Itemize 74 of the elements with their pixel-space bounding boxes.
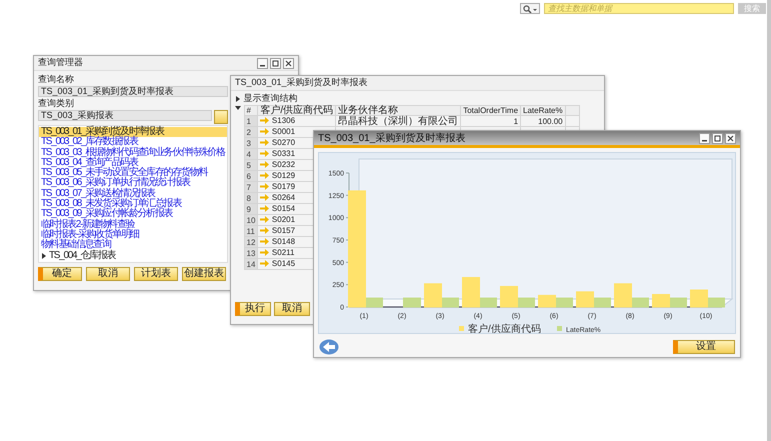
table-cell: S0001 xyxy=(272,127,296,136)
row-number: 10 xyxy=(244,214,258,226)
bar xyxy=(652,294,670,308)
query-item[interactable]: TS_003_03_根据物料代码查询业务伙伴特殊价格 xyxy=(39,148,227,158)
search-type-button[interactable] xyxy=(520,3,540,14)
legend-swatch xyxy=(459,326,464,331)
query-item[interactable]: TS_003_09_采购应付帐龄分析报表 xyxy=(39,209,227,220)
expand-icon[interactable] xyxy=(235,96,241,102)
row-number: 8 xyxy=(244,192,258,204)
row-number: 5 xyxy=(244,160,258,171)
window-title: 查询管理器 xyxy=(38,56,83,70)
window-title: TS_003_01_采购到货及时率报表 xyxy=(318,132,466,146)
table-cell: S0129 xyxy=(272,171,296,180)
query-item[interactable]: TS_003_06_采购订单执行情况统计报表 xyxy=(39,178,227,189)
query-item[interactable]: 临时报表2-新建物料查验 xyxy=(39,220,227,230)
row-number: 11 xyxy=(244,226,258,237)
field-label: 查询类别 xyxy=(38,98,74,109)
row-number: 7 xyxy=(244,182,258,193)
collapse-icon[interactable] xyxy=(235,105,241,111)
action-button[interactable]: 执行 xyxy=(235,302,271,316)
legend-swatch xyxy=(557,326,562,331)
column-header[interactable]: TotalOrderTime xyxy=(460,106,521,116)
table-cell: S0201 xyxy=(272,215,296,224)
row-number: 2 xyxy=(244,126,258,138)
action-button[interactable]: 设置 xyxy=(673,340,735,354)
query-folder[interactable]: TS_004_仓库报表 xyxy=(39,250,227,261)
action-button[interactable]: 取消 xyxy=(274,302,310,316)
bar xyxy=(403,298,421,308)
table-cell: S0232 xyxy=(272,160,296,170)
bar xyxy=(538,294,556,308)
row-number: 12 xyxy=(244,236,258,248)
table-cell: S0331 xyxy=(272,149,296,158)
structure-toggle[interactable]: 显示查询结构 xyxy=(235,93,600,104)
bar xyxy=(555,298,573,308)
table-cell: S0264 xyxy=(272,193,296,202)
action-button[interactable]: 计划表 xyxy=(134,266,178,281)
row-number: 13 xyxy=(244,248,258,259)
search-field[interactable]: 查找主数据和单据 xyxy=(544,3,734,14)
query-category-field[interactable]: TS_003_采购报表 xyxy=(38,110,212,121)
column-header[interactable]: # xyxy=(244,106,258,116)
action-button[interactable]: 创建报表 xyxy=(182,266,226,281)
legend-label: 客户/供应商代码 xyxy=(468,324,541,333)
row-number: 14 xyxy=(244,258,258,270)
table-cell: 1 xyxy=(514,116,518,126)
column-header[interactable]: LateRate% xyxy=(520,106,566,116)
field-label: 查询名称 xyxy=(38,74,74,85)
back-icon[interactable] xyxy=(319,339,339,355)
search-icon[interactable] xyxy=(523,4,537,12)
query-name-field[interactable]: TS_003_01_采购到货及时率报表 xyxy=(38,86,228,97)
table-cell: 100.00 xyxy=(538,116,563,126)
table-cell: S0179 xyxy=(272,182,296,192)
row-number: 6 xyxy=(244,170,258,182)
expand-icon[interactable] xyxy=(41,252,47,259)
table-cell: S0154 xyxy=(272,204,296,214)
table-cell: S1306 xyxy=(272,116,296,126)
column-header[interactable]: 客户/供应商代码 xyxy=(258,106,336,116)
action-button[interactable]: 确定 xyxy=(38,266,82,281)
query-item[interactable]: 物料基础信息查询 xyxy=(39,240,227,251)
bar xyxy=(669,298,687,308)
table-cell: S0148 xyxy=(272,237,296,246)
table-cell: S0211 xyxy=(272,248,294,258)
query-item[interactable]: TS_003_02_库存数据报表 xyxy=(39,137,227,148)
table-cell: S0157 xyxy=(272,226,296,236)
row-number: 1 xyxy=(244,116,258,127)
action-button[interactable]: 取消 xyxy=(86,266,130,281)
row-number: 9 xyxy=(244,204,258,215)
folder-label: TS_004_仓库报表 xyxy=(49,250,116,261)
column-header[interactable]: 业务伙伴名称 xyxy=(336,106,461,116)
table-cell: S0270 xyxy=(272,138,296,148)
row-number: 4 xyxy=(244,148,258,160)
table-cell: 昂晶科技（深圳）有限公司 xyxy=(338,116,458,127)
window-title: TS_003_01_采购到货及时率报表 xyxy=(235,76,368,90)
row-number: 3 xyxy=(244,138,258,149)
table-cell: S0145 xyxy=(272,259,296,268)
